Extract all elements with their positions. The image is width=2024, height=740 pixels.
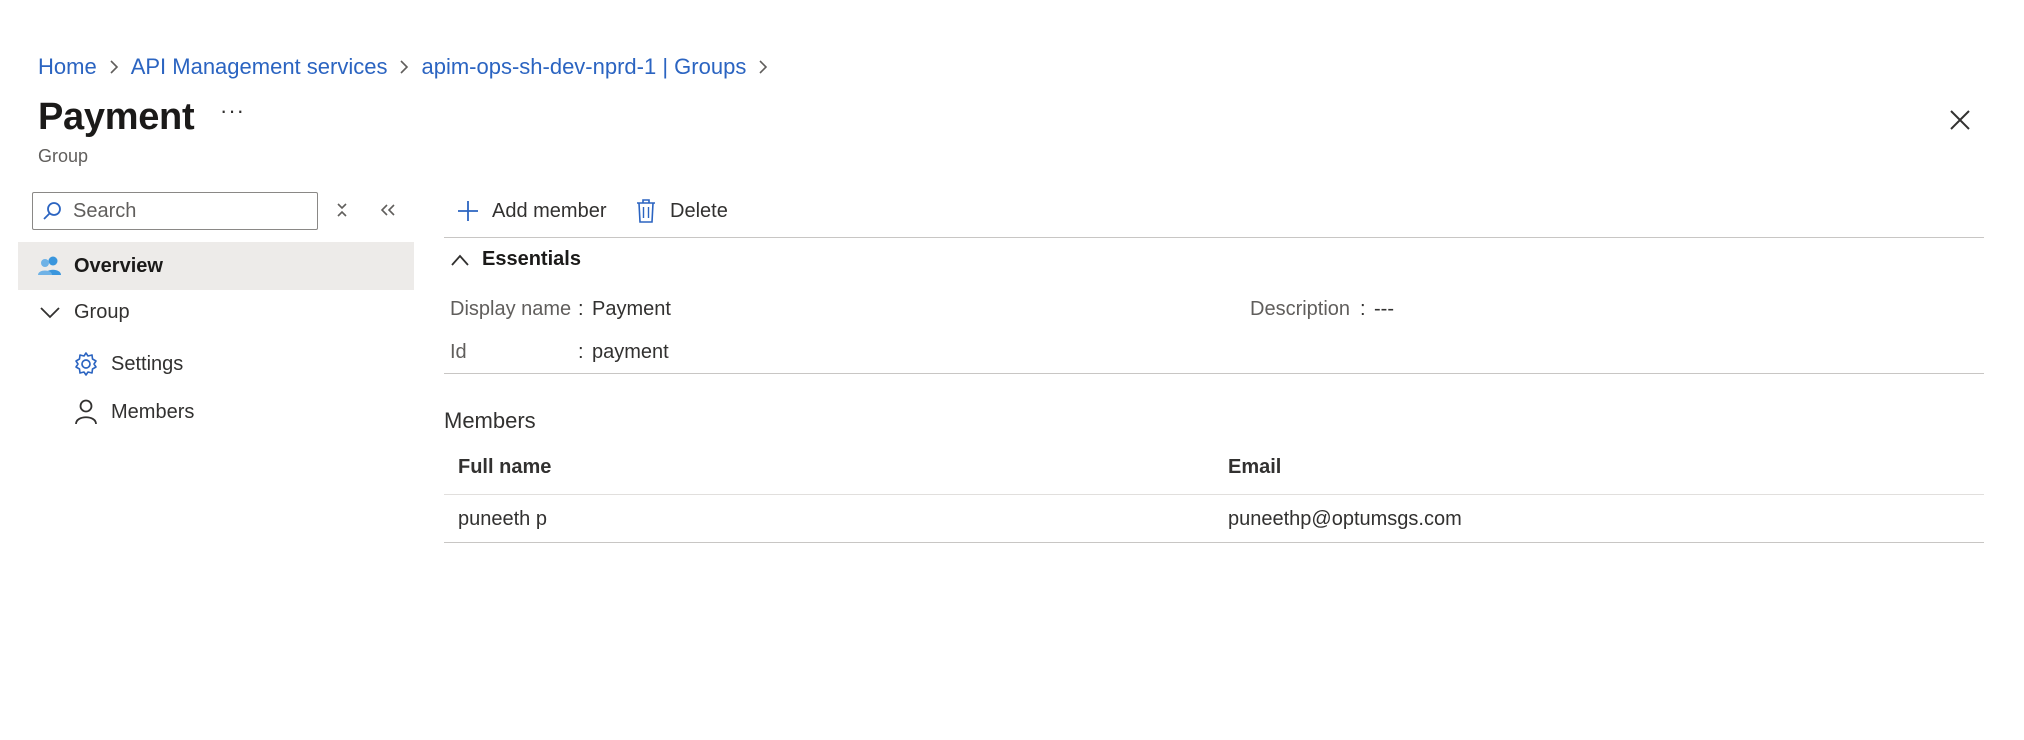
member-email: puneethp@optumsgs.com [1228,508,1462,530]
divider [444,373,1984,374]
chevron-up-icon [450,249,472,271]
breadcrumb-home-link[interactable]: Home [38,54,97,80]
chevron-right-icon [746,58,780,76]
chevron-right-icon [97,58,131,76]
collapse-sidebar-button[interactable] [376,198,400,222]
sidebar-item-settings[interactable]: Settings [18,340,414,388]
sidebar-search-box[interactable] [32,192,318,230]
trash-icon [632,197,660,225]
member-full-name: puneeth p [458,508,547,530]
colon: : [578,341,584,363]
chevron-down-icon [36,298,64,326]
essentials-title: Essentials [482,248,581,270]
chevron-right-icon [387,58,421,76]
divider [444,494,1984,495]
breadcrumb-groups-link[interactable]: apim-ops-sh-dev-nprd-1 | Groups [421,54,746,80]
add-member-button[interactable]: Add member [454,196,607,226]
divider [444,542,1984,543]
colon: : [578,298,584,320]
sidebar-item-members[interactable]: Members [18,388,414,436]
id-label: Id [450,341,467,363]
people-icon [36,252,64,280]
sidebar-item-group[interactable]: Group [18,288,414,336]
sidebar-item-label: Overview [74,254,163,277]
search-icon [43,202,61,220]
essentials-toggle[interactable]: Essentials [450,248,581,271]
sidebar-item-overview[interactable]: Overview [18,242,414,290]
description-value: --- [1374,298,1394,320]
display-name-label: Display name [450,298,572,320]
sidebar-item-label: Settings [111,352,184,375]
divider [444,237,1984,238]
description-label: Description [1250,298,1351,320]
display-name-value: Payment [592,298,671,320]
id-value: payment [592,341,669,363]
column-header-email[interactable]: Email [1228,456,1281,479]
person-icon [72,398,100,426]
page-subtitle: Group [38,146,89,166]
collapse-all-button[interactable] [330,198,354,222]
double-chevron-left-icon [380,204,395,216]
breadcrumb-apim-services-link[interactable]: API Management services [131,54,388,80]
search-input[interactable] [71,198,301,224]
delete-label: Delete [670,199,728,222]
members-section-title: Members [444,408,536,433]
close-button[interactable] [1946,106,1974,134]
sidebar-item-label: Members [111,400,195,423]
close-icon [1950,110,1970,130]
breadcrumb: Home API Management services apim-ops-sh… [38,54,780,80]
page-title: Payment [38,96,195,138]
delete-button[interactable]: Delete [632,196,728,226]
column-header-full-name[interactable]: Full name [458,456,551,479]
more-options-icon[interactable]: ··· [220,100,250,126]
add-member-label: Add member [492,199,607,222]
plus-icon [454,197,482,225]
colon: : [1360,298,1366,320]
gear-icon [72,350,100,378]
sidebar-item-label: Group [74,300,130,323]
collapse-icon [337,203,347,217]
